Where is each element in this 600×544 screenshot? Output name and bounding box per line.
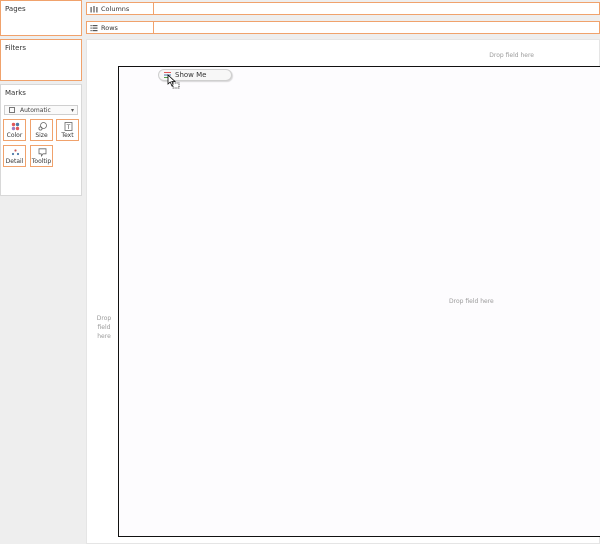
rows-shelf[interactable]: Rows bbox=[86, 21, 600, 34]
rows-label: Rows bbox=[101, 24, 118, 32]
drag-cursor-icon bbox=[167, 74, 180, 89]
detail-button-label: Detail bbox=[5, 158, 24, 165]
size-icon bbox=[38, 122, 47, 131]
pages-card[interactable]: Pages bbox=[0, 0, 82, 36]
marks-title: Marks bbox=[5, 89, 26, 97]
size-button[interactable]: Size bbox=[30, 119, 53, 141]
columns-drop-text: Drop field here bbox=[489, 52, 534, 59]
tooltip-button-label: Tooltip bbox=[31, 158, 52, 165]
filters-title: Filters bbox=[5, 44, 26, 52]
columns-shelf[interactable]: Columns bbox=[86, 2, 600, 15]
svg-text:T: T bbox=[66, 124, 71, 131]
mark-type-dropdown[interactable]: Automatic ▾ bbox=[4, 105, 78, 115]
detail-button[interactable]: Detail bbox=[3, 145, 26, 167]
columns-label: Columns bbox=[101, 5, 130, 13]
color-button-label: Color bbox=[6, 132, 23, 139]
text-button-label: Text bbox=[61, 132, 74, 139]
columns-drop-zone[interactable]: Drop field here bbox=[119, 40, 599, 66]
pages-title: Pages bbox=[5, 5, 26, 13]
mark-type-icon bbox=[9, 107, 15, 113]
shelf-divider bbox=[153, 3, 154, 14]
color-button[interactable]: Color bbox=[3, 119, 26, 141]
size-button-label: Size bbox=[35, 132, 48, 139]
mark-type-value: Automatic bbox=[20, 107, 51, 114]
rows-drop-zone[interactable]: Drop field here bbox=[87, 66, 119, 543]
text-icon: T bbox=[64, 122, 73, 131]
text-button[interactable]: T Text bbox=[56, 119, 79, 141]
columns-icon bbox=[90, 6, 98, 13]
tooltip-icon bbox=[38, 148, 47, 157]
tooltip-button[interactable]: Tooltip bbox=[30, 145, 53, 167]
rows-drop-text: Drop field here bbox=[96, 315, 112, 340]
chevron-down-icon: ▾ bbox=[70, 107, 74, 114]
color-icon bbox=[11, 122, 20, 131]
view-area[interactable]: Drop field here Drop field here Drop field… bbox=[86, 39, 600, 544]
filters-card[interactable]: Filters bbox=[0, 39, 82, 81]
canvas-drop-text: Drop field here bbox=[449, 298, 494, 305]
shelf-divider bbox=[153, 22, 154, 33]
rows-icon bbox=[90, 25, 98, 32]
canvas-drop-zone[interactable]: Drop field here bbox=[118, 66, 600, 537]
detail-icon bbox=[11, 149, 20, 156]
